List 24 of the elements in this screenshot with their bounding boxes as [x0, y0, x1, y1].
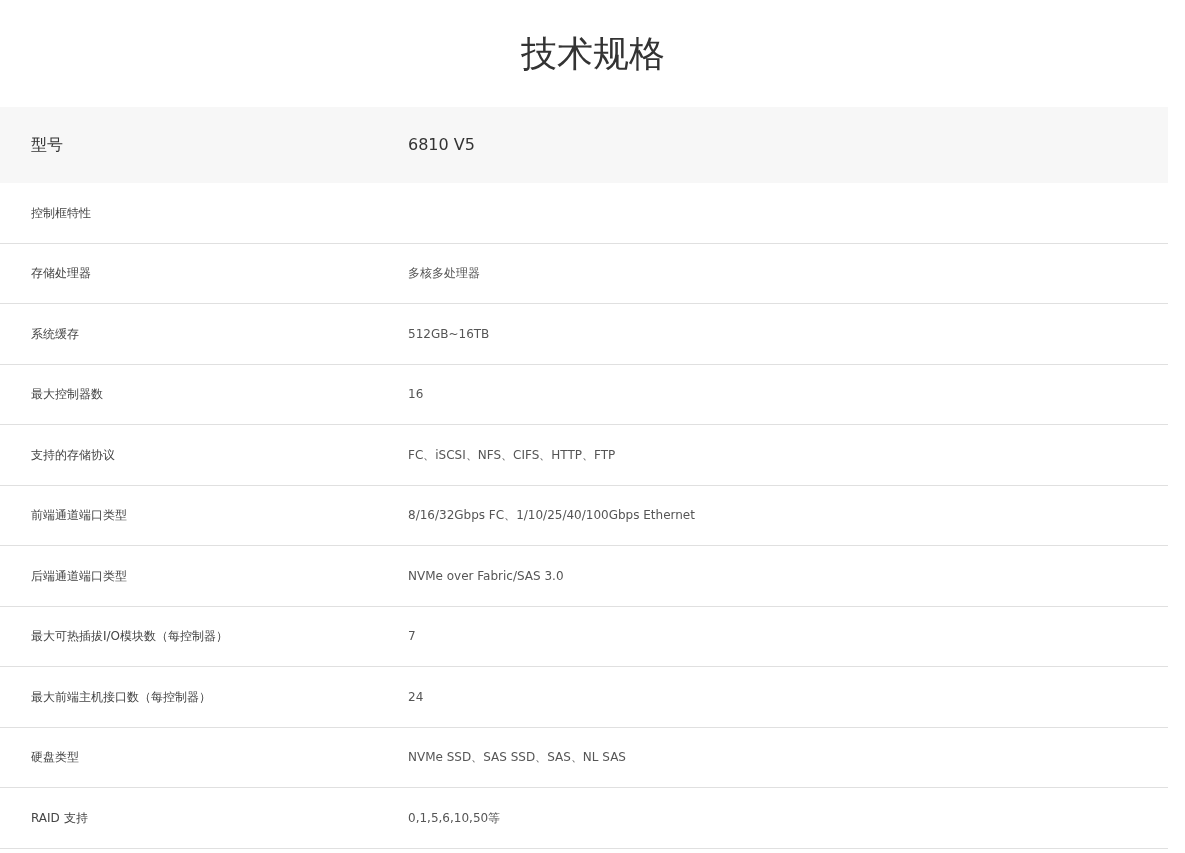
spec-label: 最大控制器数 [30, 386, 104, 404]
spec-label: 支持的存储协议 [30, 446, 116, 464]
spec-label: 存储处理器 [30, 265, 92, 283]
spec-value: NVMe over Fabric/SAS 3.0 [408, 567, 564, 585]
spec-label: 硬盘类型 [30, 749, 80, 767]
spec-value: 7 [408, 628, 416, 646]
spec-label: 最大可热插拔I/O模块数（每控制器） [30, 628, 230, 646]
spec-label: RAID 支持 [30, 809, 89, 827]
spec-value: 8/16/32Gbps FC、1/10/25/40/100Gbps Ethernet [408, 507, 695, 525]
header-label: 型号 [30, 134, 64, 156]
spec-value: FC、iSCSI、NFS、CIFS、HTTP、FTP [408, 446, 616, 464]
spec-value: 多核多处理器 [408, 265, 480, 283]
spec-value: 0,1,5,6,10,50等 [408, 809, 501, 827]
spec-value: 512GB~16TB [408, 325, 490, 343]
spec-label: 系统缓存 [30, 325, 80, 343]
spec-value: 24 [408, 688, 424, 706]
page-title: 技术规格 [520, 35, 665, 72]
spec-label: 前端通道端口类型 [30, 507, 128, 525]
spec-label: 最大前端主机接口数（每控制器） [30, 688, 212, 706]
spec-value: 16 [408, 386, 424, 404]
spec-label: 控制框特性 [30, 204, 92, 222]
spec-value: NVMe SSD、SAS SSD、SAS、NL SAS [408, 749, 626, 767]
header-value: 6810 V5 [408, 134, 475, 156]
spec-label: 后端通道端口类型 [30, 567, 128, 585]
